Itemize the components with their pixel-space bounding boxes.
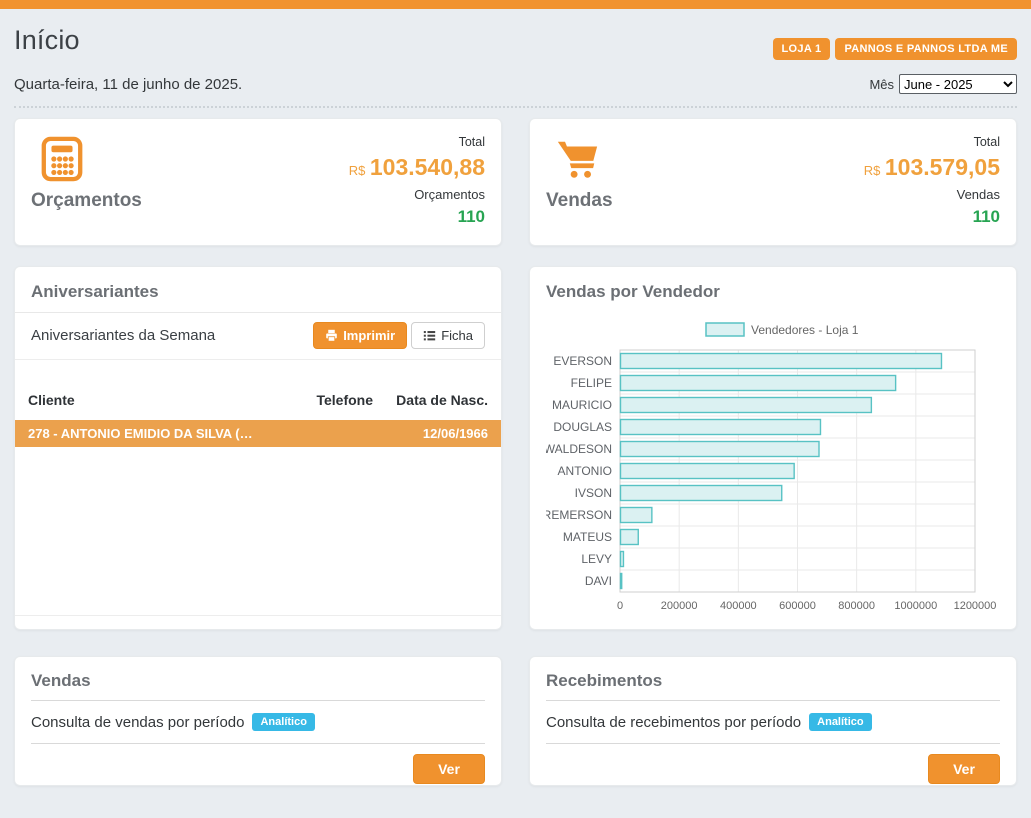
total-label: Total: [349, 135, 485, 151]
chart-title: Vendas por Vendedor: [530, 267, 1016, 312]
svg-text:600000: 600000: [779, 600, 816, 612]
svg-text:IVSON: IVSON: [575, 486, 612, 500]
top-accent-bar: [0, 0, 1031, 9]
svg-text:Vendedores - Loja 1: Vendedores - Loja 1: [751, 323, 859, 337]
orcamentos-total-value: R$ 103.540,88: [349, 153, 485, 182]
dashboard-page: Início LOJA 1 PANNOS E PANNOS LTDA ME Qu…: [0, 25, 1031, 786]
page-title: Início: [14, 25, 80, 56]
vendas-total-value: R$ 103.579,05: [864, 153, 1000, 182]
svg-text:0: 0: [617, 600, 623, 612]
svg-text:1200000: 1200000: [954, 600, 997, 612]
svg-text:800000: 800000: [838, 600, 875, 612]
svg-text:1000000: 1000000: [894, 600, 937, 612]
ver-vendas-button[interactable]: Ver: [413, 754, 485, 784]
table-header-row: Cliente Telefone Data de Nasc.: [15, 386, 501, 414]
calculator-icon: [39, 136, 85, 182]
svg-text:DOUGLAS: DOUGLAS: [553, 420, 612, 434]
aniversariantes-title: Aniversariantes: [15, 267, 501, 313]
month-select[interactable]: June - 2025: [899, 74, 1017, 94]
orcamentos-count-label: Orçamentos: [349, 187, 485, 203]
vendas-action-card: Vendas Consulta de vendas por período An…: [14, 656, 502, 786]
shopping-cart-icon: [554, 136, 600, 182]
recebimentos-action-card: Recebimentos Consulta de recebimentos po…: [529, 656, 1017, 786]
card-footer: [15, 615, 501, 629]
vendas-count-label: Vendas: [864, 187, 1000, 203]
column-header-telefone: Telefone: [258, 392, 373, 408]
vendas-count: 110: [864, 206, 1000, 227]
vendas-card-title: Vendas: [31, 657, 485, 701]
svg-text:MAURICIO: MAURICIO: [552, 398, 612, 412]
current-date: Quarta-feira, 11 de junho de 2025.: [14, 76, 242, 93]
svg-text:200000: 200000: [661, 600, 698, 612]
svg-text:FELIPE: FELIPE: [571, 376, 612, 390]
vendas-por-vendedor-chart[interactable]: Vendedores - Loja 1 0 200000 400000 600000 80…: [546, 316, 997, 618]
row-data-nasc: 12/06/1966: [373, 426, 488, 441]
header-badges: LOJA 1 PANNOS E PANNOS LTDA ME: [773, 38, 1017, 60]
vendas-label: Vendas: [546, 190, 613, 212]
table-row[interactable]: 278 - ANTONIO EMIDIO DA SILVA (PALE... 1…: [15, 420, 501, 447]
total-label: Total: [864, 135, 1000, 151]
store-badge[interactable]: LOJA 1: [773, 38, 831, 60]
imprimir-button[interactable]: Imprimir: [313, 322, 407, 349]
svg-text:LEVY: LEVY: [581, 552, 612, 566]
column-header-cliente: Cliente: [28, 392, 258, 408]
orcamentos-label: Orçamentos: [31, 190, 142, 212]
month-label: Mês: [869, 77, 894, 92]
vendas-por-vendedor-card: Vendas por Vendedor Vendedores - Loja 1 0…: [529, 266, 1017, 630]
recebimentos-card-title: Recebimentos: [546, 657, 1000, 701]
list-icon: [423, 329, 436, 342]
svg-text:REMERSON: REMERSON: [546, 508, 612, 522]
aniversariantes-table: Cliente Telefone Data de Nasc. 278 - ANT…: [15, 386, 501, 447]
ficha-button[interactable]: Ficha: [411, 322, 485, 349]
svg-text:EVERSON: EVERSON: [553, 354, 612, 368]
column-header-data-nasc: Data de Nasc.: [373, 392, 488, 408]
svg-text:WALDESON: WALDESON: [546, 442, 612, 456]
vendas-stat-card: Vendas Total R$ 103.579,05 Vendas 110: [529, 118, 1017, 246]
printer-icon: [325, 329, 338, 342]
orcamentos-stat-card: Orçamentos Total R$ 103.540,88 Orçamento…: [14, 118, 502, 246]
row-cliente: 278 - ANTONIO EMIDIO DA SILVA (PALE...: [28, 426, 258, 441]
analitico-badge: Analítico: [809, 713, 871, 731]
company-badge[interactable]: PANNOS E PANNOS LTDA ME: [835, 38, 1017, 60]
svg-text:MATEUS: MATEUS: [563, 530, 612, 544]
svg-text:DAVI: DAVI: [585, 574, 612, 588]
ver-recebimentos-button[interactable]: Ver: [928, 754, 1000, 784]
svg-text:ANTONIO: ANTONIO: [558, 464, 612, 478]
vendas-description: Consulta de vendas por período: [31, 714, 244, 731]
aniversariantes-subtitle: Aniversariantes da Semana: [31, 327, 215, 344]
header-separator: [14, 106, 1017, 108]
orcamentos-count: 110: [349, 206, 485, 227]
analitico-badge: Analítico: [252, 713, 314, 731]
svg-text:400000: 400000: [720, 600, 757, 612]
recebimentos-description: Consulta de recebimentos por período: [546, 714, 801, 731]
aniversariantes-card: Aniversariantes Aniversariantes da Seman…: [14, 266, 502, 630]
